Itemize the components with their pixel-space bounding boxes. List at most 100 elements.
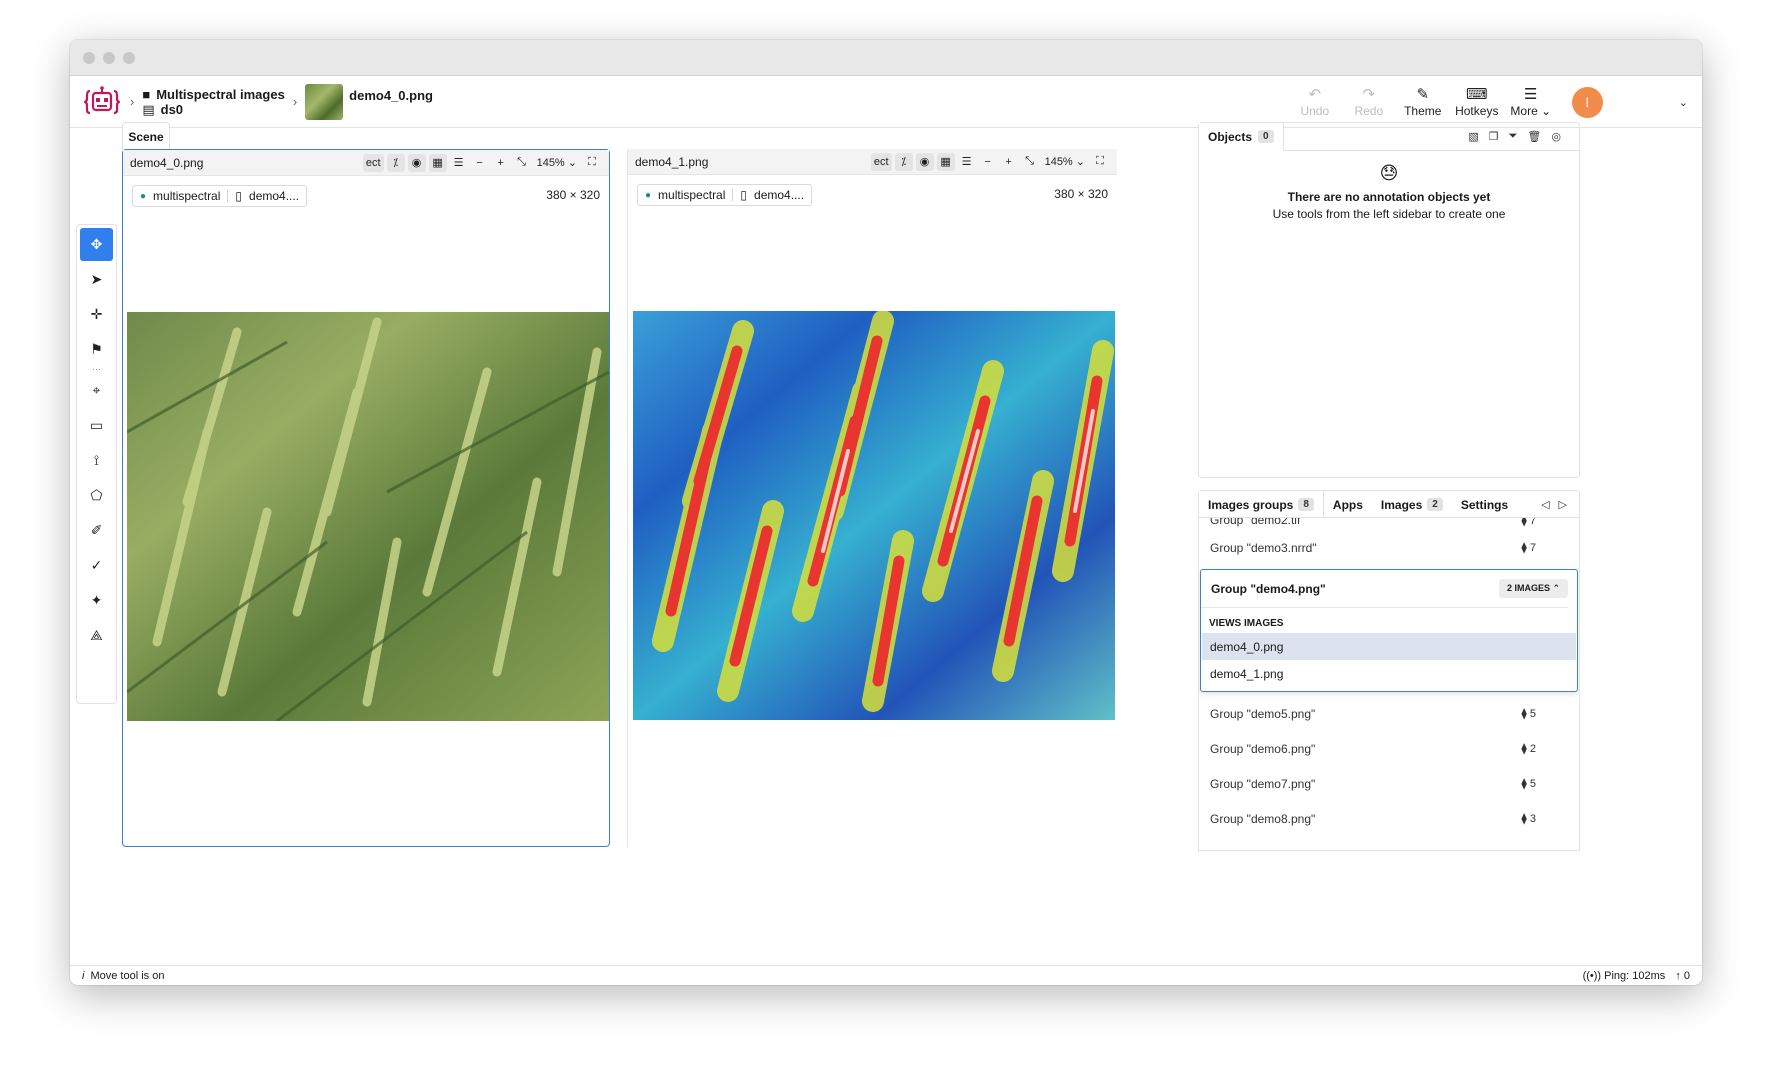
polyline-tool-icon[interactable]: ⟟ (80, 444, 113, 477)
brush-tool-icon[interactable]: ✐ (80, 514, 113, 547)
window-titlebar (70, 40, 1702, 76)
opacity-icon[interactable]: ⁒ (894, 152, 913, 171)
tab-settings[interactable]: Settings (1452, 491, 1517, 518)
tab-images[interactable]: Images 2 (1372, 491, 1452, 518)
point-tool-icon[interactable]: ⌖ (80, 374, 113, 407)
pan-tool-icon[interactable]: ✛ (80, 298, 113, 331)
image-tags: ● multispectral ▯ demo4.... (132, 185, 308, 207)
image-view-1[interactable]: demo4_0.png ect ⁒ ◉ ▦ ☰ − + ⤡ 145% ⌄ ⛶ ●… (122, 149, 610, 847)
tag-file[interactable]: demo4.... (249, 189, 299, 203)
copy-icon[interactable]: ❐ (1489, 130, 1499, 143)
checkerboard-icon[interactable]: ▦ (936, 152, 955, 171)
image-view-2[interactable]: demo4_1.png ect ⁒ ◉ ▦ ☰ − + ⤡ 145% ⌄ ⛶ ●… (627, 149, 1117, 847)
list-item[interactable]: Group "demo8.png" ⧫ 3 (1199, 801, 1579, 836)
chevron-down-icon[interactable]: ⌄ (1679, 96, 1688, 109)
rectangle-tool-icon[interactable]: ▭ (80, 409, 113, 442)
window-close-dot[interactable] (83, 51, 95, 64)
objects-tab-label: Objects (1208, 129, 1253, 144)
view-header: demo4_0.png ect ⁒ ◉ ▦ ☰ − + ⤡ 145% ⌄ ⛶ (123, 150, 609, 176)
folder-icon: ■ (142, 86, 151, 102)
window-minimize-dot[interactable] (103, 51, 115, 64)
empty-subtitle: Use tools from the left sidebar to creat… (1272, 207, 1506, 221)
adjust-icon[interactable]: ☰ (450, 154, 468, 172)
window-zoom-dot[interactable] (123, 51, 135, 64)
zoom-select[interactable]: 145% ⌄ (1042, 153, 1088, 171)
tag-label[interactable]: multispectral (153, 189, 220, 203)
graph-tool-icon[interactable]: ⟁ (80, 619, 113, 652)
list-item[interactable]: Group "demo3.nrrd" ⧫ 7 (1199, 530, 1579, 565)
theme-button[interactable]: ✎ Theme (1396, 87, 1450, 118)
list-item[interactable]: Group "demo5.png" ⧫ 5 (1199, 696, 1579, 731)
palette-icon[interactable]: ◉ (915, 152, 934, 171)
hide-image-icon[interactable]: ▧ (1468, 130, 1478, 143)
app-header: › ■ Multispectral images ▤ ds0 › demo4_0… (70, 76, 1702, 128)
avatar[interactable]: I (1571, 86, 1603, 118)
palette-icon[interactable]: ◉ (407, 153, 426, 172)
more-tools-dots-icon[interactable]: ··· (77, 365, 116, 374)
visibility-off-icon[interactable]: ◎ (1551, 130, 1561, 143)
list-item[interactable]: Group "demo2.tif" ⧫ 7 (1199, 517, 1579, 530)
fit-icon[interactable]: ⤡ (513, 154, 531, 172)
delete-icon[interactable]: 🗑 (1527, 130, 1541, 143)
polygon-tool-icon[interactable]: ⬠ (80, 479, 113, 512)
zoom-in-icon[interactable]: + (492, 154, 510, 172)
redo-label: Redo (1354, 103, 1384, 118)
zoom-out-icon[interactable]: − (979, 153, 997, 171)
fullscreen-icon[interactable]: ⛶ (583, 154, 601, 172)
current-image-thumbnail[interactable] (305, 83, 344, 120)
view-title: demo4_1.png (635, 154, 709, 169)
view-header: demo4_1.png ect ⁒ ◉ ▦ ☰ − + ⤡ 145% ⌄ ⛶ (628, 149, 1117, 175)
zoom-out-icon[interactable]: − (471, 154, 489, 172)
empty-title: There are no annotation objects yet (1287, 190, 1491, 204)
expanded-group-header[interactable]: Group "demo4.png" 2 IMAGES ⌃ (1201, 570, 1568, 608)
next-icon[interactable]: ▷ (1559, 498, 1567, 511)
redo-icon: ↷ (1362, 85, 1376, 103)
group-image-item[interactable]: demo4_1.png (1202, 660, 1576, 687)
group-count: ⧫ 7 (1521, 517, 1536, 527)
upload-indicator[interactable]: ↑ 0 (1675, 970, 1690, 982)
breadcrumb-project[interactable]: ■ Multispectral images (142, 87, 284, 102)
magic-wand-tool-icon[interactable]: ✦ (80, 584, 113, 617)
tab-apps[interactable]: Apps (1324, 491, 1372, 518)
zoom-select[interactable]: 145% ⌄ (534, 154, 580, 172)
list-item[interactable]: Group "demo6.png" ⧫ 2 (1199, 731, 1579, 766)
move-tool-icon[interactable]: ✥ (80, 228, 113, 261)
list-item[interactable]: Group "demo7.png" ⧫ 5 (1199, 766, 1579, 801)
tools-sidebar: ✥ ➤ ✛ ⚑ ··· ⌖ ▭ ⟟ ⬠ ✐ ✓ ✦ ⟁ (76, 224, 117, 704)
tab-objects[interactable]: Objects 0 (1199, 123, 1284, 151)
breadcrumb: ■ Multispectral images ▤ ds0 (142, 87, 284, 117)
opacity-icon[interactable]: ⁒ (386, 153, 405, 172)
adjust-icon[interactable]: ☰ (958, 153, 976, 171)
fullscreen-icon[interactable]: ⛶ (1091, 153, 1109, 171)
group-image-item[interactable]: demo4_0.png (1202, 633, 1576, 660)
sad-face-icon: 😓 (1379, 163, 1399, 183)
undo-button[interactable]: ↶ Undo (1288, 87, 1342, 118)
current-file-name: demo4_0.png (349, 88, 433, 103)
fit-icon[interactable]: ⤡ (1021, 153, 1039, 171)
tab-scene[interactable]: Scene (122, 122, 170, 150)
redo-button[interactable]: ↷ Redo (1342, 87, 1396, 118)
more-button[interactable]: ☰ More ⌄ (1504, 87, 1558, 118)
tab-images-groups[interactable]: Images groups 8 (1199, 491, 1324, 518)
hotkeys-button[interactable]: ⌨ Hotkeys (1450, 87, 1504, 118)
tag-file[interactable]: demo4.... (754, 188, 804, 202)
breadcrumb-dataset[interactable]: ▤ ds0 (142, 102, 284, 117)
eraser-tool-icon[interactable]: ✓ (80, 549, 113, 582)
cursor-tool-icon[interactable]: ➤ (80, 263, 113, 296)
filter-icon[interactable]: ⏷ (1509, 130, 1518, 143)
file-icon: ▯ (235, 189, 243, 203)
prev-icon[interactable]: ◁ (1541, 498, 1549, 511)
tag-icon: ● (645, 189, 652, 201)
wheat-rgb-image (127, 312, 609, 721)
checkerboard-icon[interactable]: ▦ (428, 153, 447, 172)
images-count-button[interactable]: 2 IMAGES ⌃ (1498, 579, 1568, 598)
flag-tool-icon[interactable]: ⚑ (80, 333, 113, 366)
tag-label[interactable]: multispectral (658, 188, 725, 202)
select-button[interactable]: ect (870, 152, 892, 171)
groups-list: Group "demo2.tif" ⧫ 7 Group "demo3.nrrd"… (1198, 517, 1580, 851)
robot-logo-icon[interactable] (82, 83, 122, 121)
zoom-in-icon[interactable]: + (1000, 153, 1018, 171)
tab-label: Images (1380, 497, 1423, 512)
select-button[interactable]: ect (362, 153, 384, 172)
theme-icon: ✎ (1416, 85, 1430, 103)
